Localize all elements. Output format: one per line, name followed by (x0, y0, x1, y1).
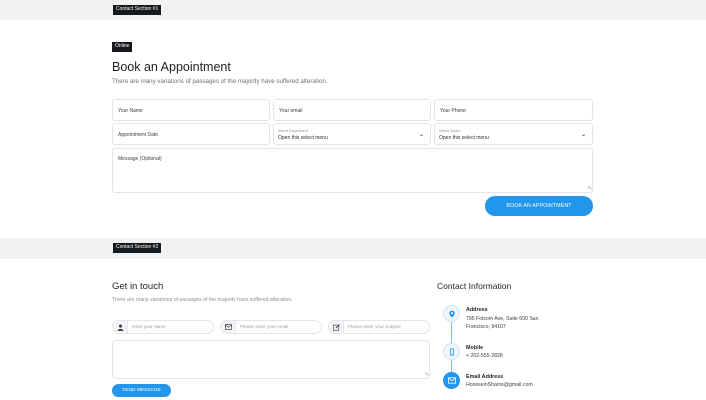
user-icon (113, 321, 128, 333)
pencil-icon (329, 321, 344, 333)
department-select[interactable]: Select Department Open this select menu … (273, 123, 431, 145)
mobile-value: + 202-555-2828 (466, 353, 503, 359)
envelope-icon (221, 321, 236, 333)
contact-name-placeholder: enter your name (132, 324, 166, 329)
doctor-select-value: Open this select menu (439, 135, 489, 141)
contact-subject-placeholder: Please enter your Subject (348, 324, 401, 329)
message-textarea[interactable]: Message (Optional) ∕∕ (112, 148, 593, 193)
name-placeholder: Your Name (118, 108, 143, 114)
doctor-select[interactable]: Select Doctor Open this select menu ⌄ (434, 123, 593, 145)
email-address-value[interactable]: HoosseinShams@gmail.com (466, 381, 561, 389)
date-placeholder: Appointment Date (118, 132, 159, 138)
envelope-icon (443, 372, 460, 389)
section-band-2 (0, 238, 706, 259)
mobile-label: Mobile (466, 345, 484, 351)
address-value: 795 Folsom Ave, Suite 600 San Francisco,… (466, 316, 539, 330)
contact-message-textarea[interactable]: ∕∕ (112, 340, 430, 379)
doctor-select-label: Select Doctor (439, 129, 461, 133)
chevron-down-icon: ⌄ (580, 132, 587, 138)
department-select-value: Open this select menu (278, 135, 328, 141)
email-placeholder: Your email (279, 108, 303, 114)
contact-subject-input[interactable]: Please enter your Subject (328, 320, 430, 334)
phone-field[interactable]: Your Phone (434, 99, 593, 121)
send-message-button[interactable]: SEND MESSAGE (112, 384, 171, 397)
department-select-label: Select Department (278, 129, 308, 133)
phone-placeholder: Your Phone (440, 108, 466, 114)
contact-name-input[interactable]: enter your name (112, 320, 214, 334)
appointment-title: Book an Appointment (112, 60, 231, 74)
map-pin-icon (443, 305, 460, 322)
online-badge: Online (112, 42, 133, 52)
email-field[interactable]: Your email (273, 99, 431, 121)
message-placeholder: Message (Optional) (118, 156, 162, 162)
contact-information-title: Contact Information (437, 281, 512, 291)
address-label: Address (466, 307, 488, 313)
get-in-touch-title: Get in touch (112, 281, 164, 292)
book-appointment-button[interactable]: BOOK AN APPOINTMENT (485, 196, 593, 216)
get-in-touch-subtitle: There are many variations of passages of… (112, 297, 293, 303)
contact-email-placeholder: Please enter your email (240, 324, 289, 329)
appointment-date-field[interactable]: Appointment Date (112, 123, 270, 145)
appointment-subtitle: There are many variations of passages of… (112, 78, 328, 85)
resize-handle-icon[interactable]: ∕∕ (423, 373, 429, 375)
section-tag-2: Contact Section #2 (113, 243, 162, 253)
resize-handle-icon[interactable]: ∕∕ (586, 187, 592, 189)
section-band-1 (0, 0, 706, 20)
email-address-label: Email Address (466, 374, 504, 380)
chevron-down-icon: ⌄ (418, 132, 425, 138)
section-tag-1: Contact Section #1 (113, 5, 162, 15)
contact-email-input[interactable]: Please enter your email (220, 320, 322, 334)
name-field[interactable]: Your Name (112, 99, 270, 121)
phone-icon (443, 343, 460, 360)
